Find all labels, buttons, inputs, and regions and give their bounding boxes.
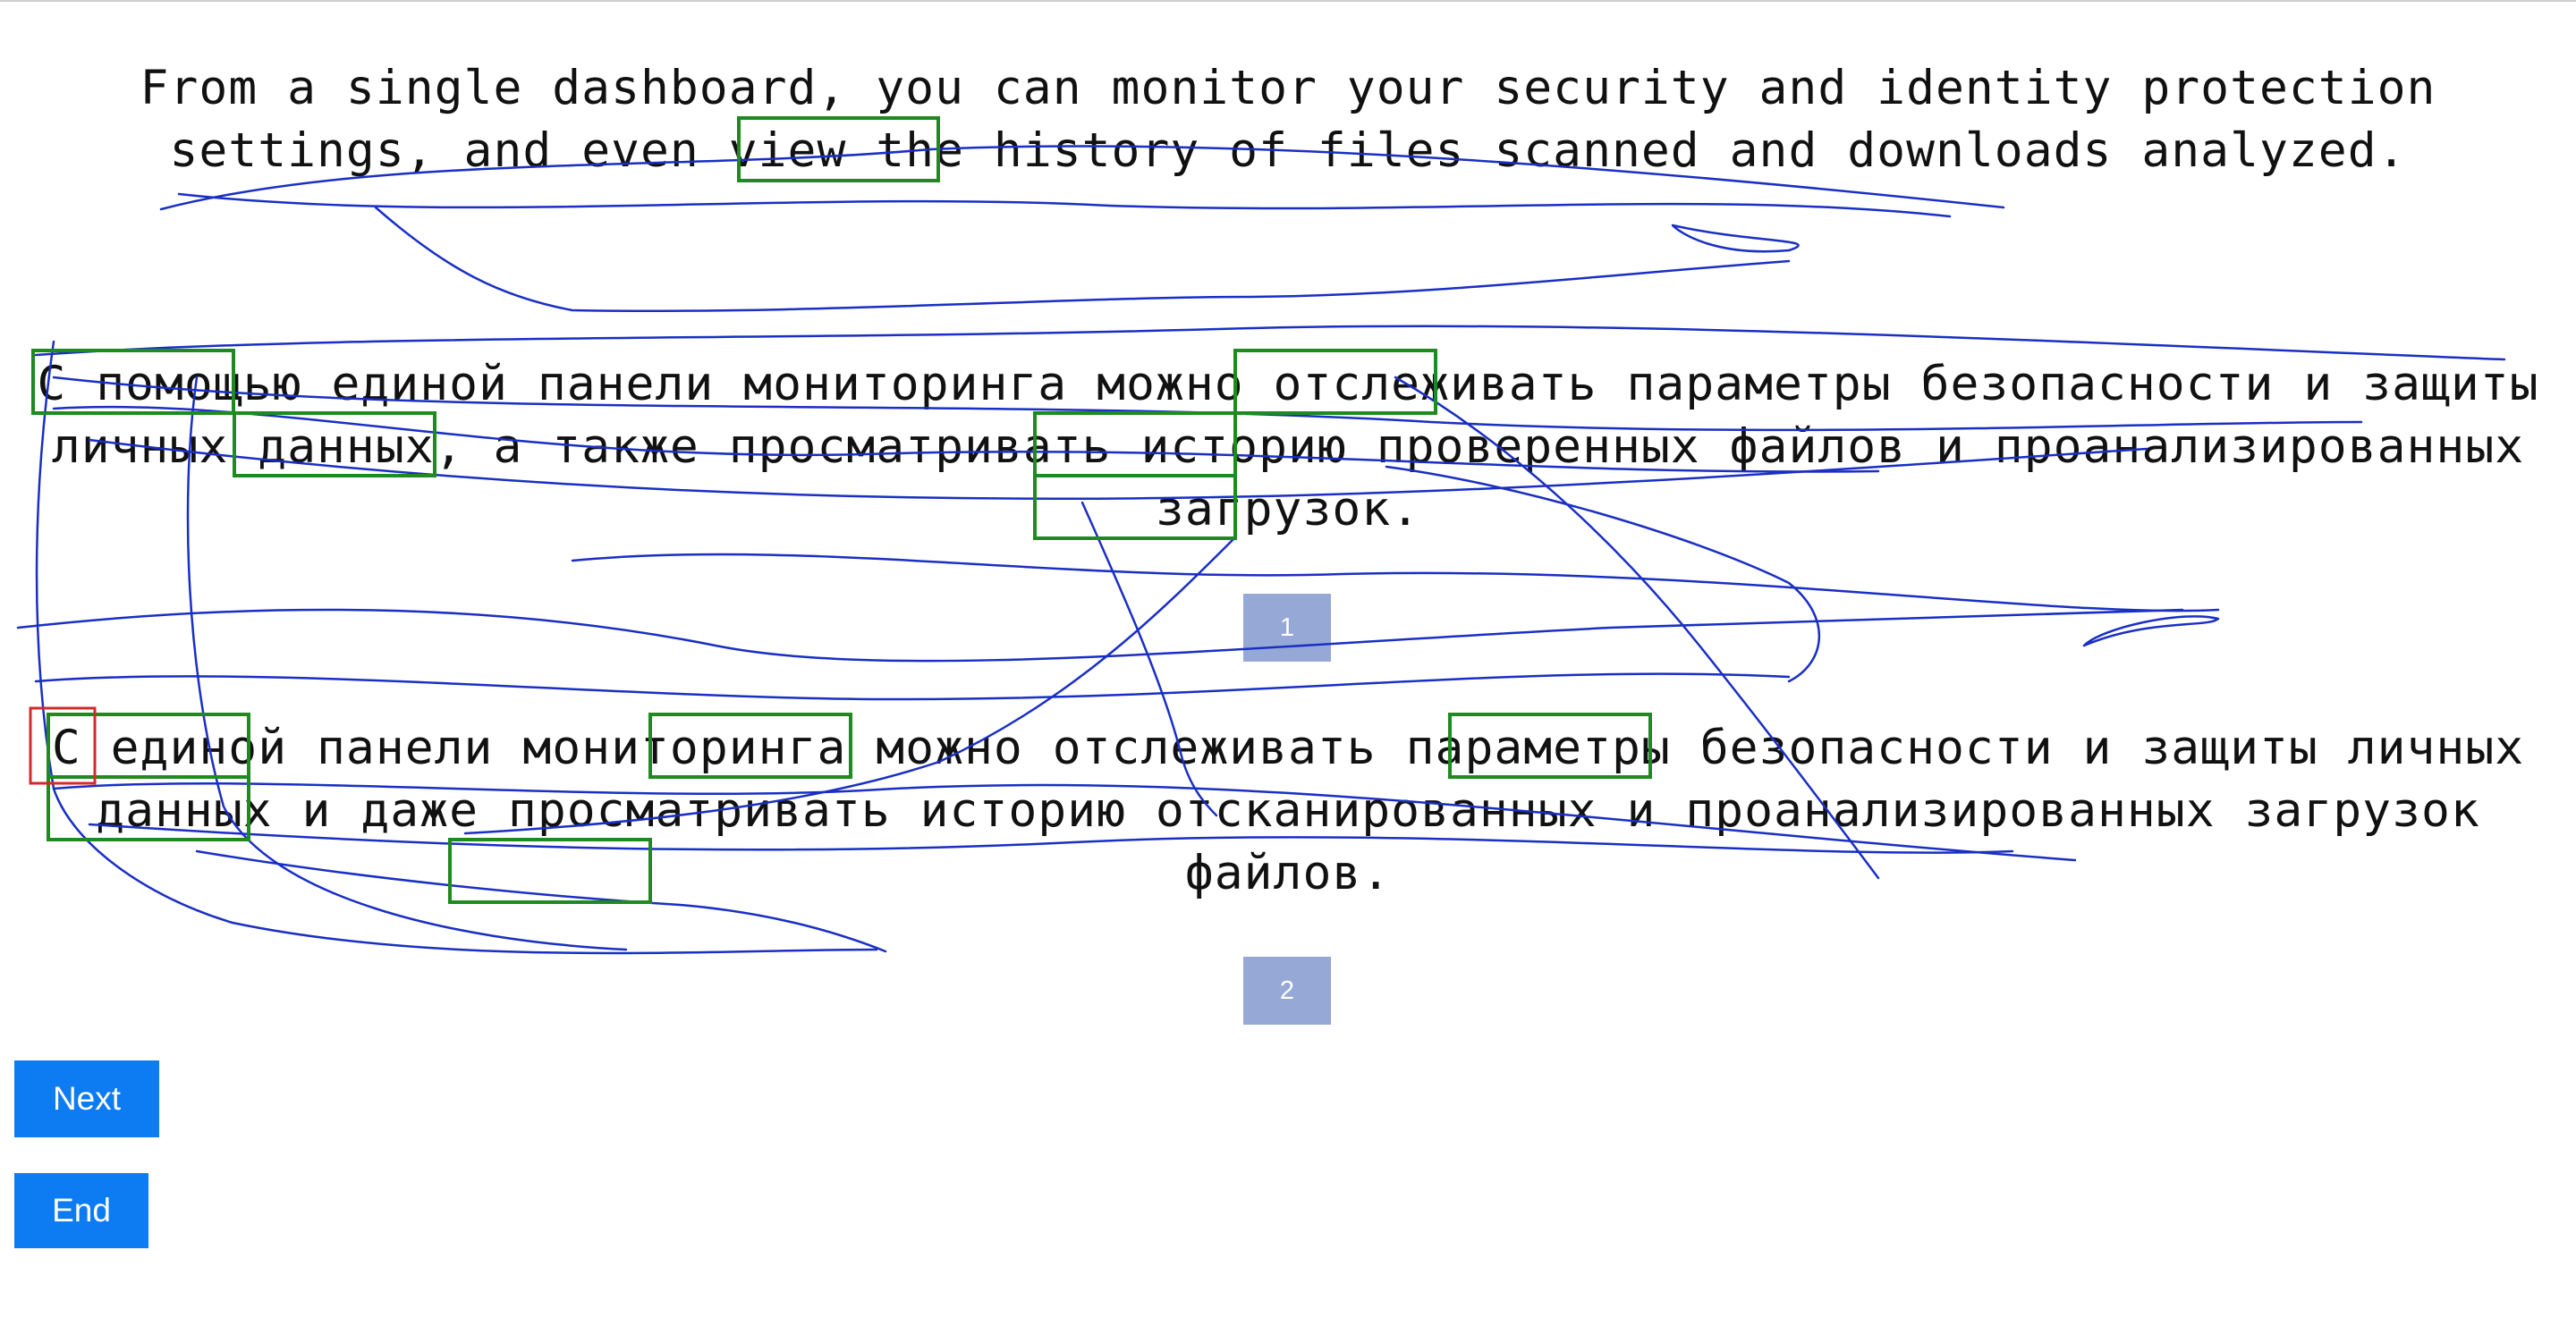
translation-1-number-badge[interactable]: 1 — [1243, 594, 1331, 662]
end-button[interactable]: End — [14, 1173, 148, 1248]
annotation-overlay — [16, 116, 2506, 955]
source-sentence: From a single dashboard, you can monitor… — [140, 61, 2436, 178]
next-button[interactable]: Next — [14, 1060, 159, 1137]
translation-2-number-badge[interactable]: 2 — [1243, 957, 1331, 1025]
translation-option-2: С единой панели мониторинга можно отслеж… — [51, 721, 2525, 900]
translation-option-1: С помощью единой панели мониторинга можн… — [37, 357, 2539, 536]
